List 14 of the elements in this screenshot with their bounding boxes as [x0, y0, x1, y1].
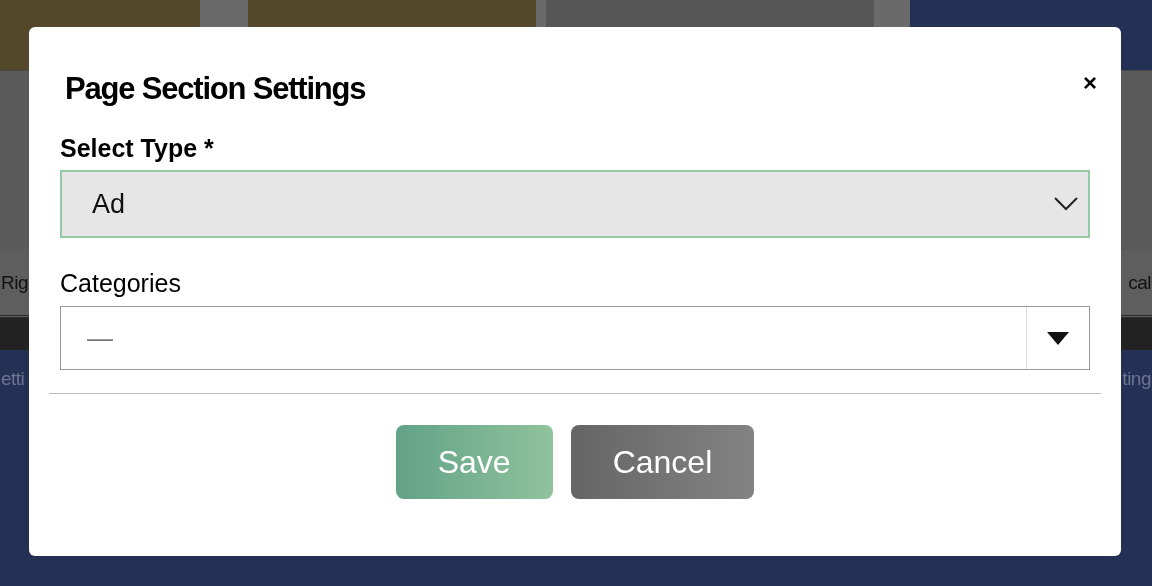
tile-label: Rig	[1, 271, 28, 294]
field-label: Categories	[60, 268, 181, 298]
tile-label: ting	[1122, 368, 1151, 390]
dialog-title: Page Section Settings	[65, 71, 366, 107]
cancel-button[interactable]: Cancel	[570, 425, 755, 499]
close-button[interactable]: ×	[1083, 71, 1097, 95]
tile-label: cal	[1128, 271, 1151, 294]
save-button[interactable]: Save	[395, 425, 553, 499]
categories-select[interactable]: —	[60, 306, 1090, 370]
caret-down-icon	[1047, 331, 1069, 345]
type-select[interactable]: Ad	[60, 170, 1090, 238]
field-label: Select Type *	[60, 133, 214, 163]
tile-label: etti	[1, 368, 25, 390]
chevron-down-icon	[1054, 197, 1078, 211]
